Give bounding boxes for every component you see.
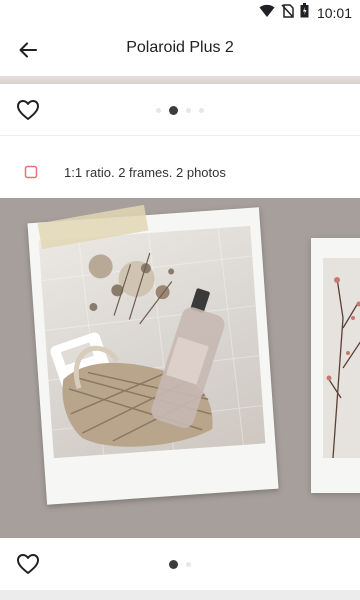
card-action-row	[0, 538, 360, 590]
no-sim-icon	[281, 3, 294, 23]
battery-icon	[300, 3, 309, 23]
page-title: Polaroid Plus 2	[126, 39, 234, 56]
pager-dot[interactable]	[199, 108, 204, 113]
template-preview[interactable]	[0, 198, 360, 538]
pager-indicator	[0, 560, 360, 569]
status-time: 10:01	[316, 5, 352, 21]
app-bar: Polaroid Plus 2	[0, 24, 360, 76]
status-bar: 10:01	[0, 0, 360, 24]
photo	[38, 225, 266, 459]
template-info: 1:1 ratio. 2 frames. 2 photos	[0, 150, 360, 194]
frame-square-icon	[24, 165, 38, 179]
polaroid-frame	[27, 207, 279, 505]
pager-dot-active[interactable]	[169, 106, 178, 115]
photo-secondary	[323, 258, 360, 458]
card-action-row	[0, 84, 360, 136]
polaroid-frame-secondary	[311, 238, 360, 493]
next-card-edge	[0, 590, 360, 600]
pager-dot[interactable]	[186, 108, 191, 113]
pager-dot[interactable]	[156, 108, 161, 113]
status-icons: 10:01	[259, 3, 352, 23]
previous-card-edge	[0, 76, 360, 84]
pager-dot-active[interactable]	[169, 560, 178, 569]
pager-indicator	[0, 106, 360, 115]
pager-dot[interactable]	[186, 562, 191, 567]
template-description: 1:1 ratio. 2 frames. 2 photos	[64, 164, 226, 180]
wifi-icon	[259, 4, 275, 23]
